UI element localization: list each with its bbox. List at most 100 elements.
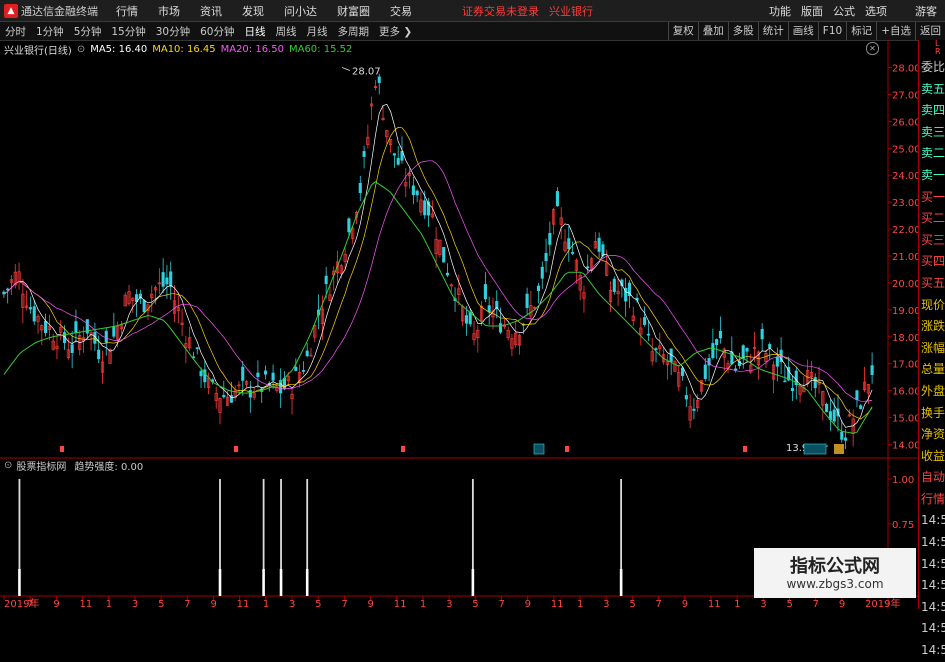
menu-formula[interactable]: 公式 [833, 3, 855, 19]
menu-options[interactable]: 选项 [865, 3, 887, 19]
indicator-value: 趋势强度: 0.00 [74, 462, 144, 473]
menu-layout[interactable]: 版面 [801, 3, 823, 19]
time-tick-label: 1 [106, 599, 112, 609]
candle-body [6, 288, 10, 291]
candle-body [586, 266, 590, 269]
candle-body [703, 364, 707, 379]
menu-item-market[interactable]: 市场 [158, 3, 180, 19]
time-tick-label: 1 [420, 599, 426, 609]
candle-body [813, 377, 817, 389]
candle-body [445, 272, 450, 276]
kline-chart[interactable]: 28.00 27.00 26.00 25.00 24.00 23.00 22.00 21.00… [0, 40, 918, 609]
side-panel-row: 收益 [921, 448, 945, 463]
login-warning[interactable]: 证券交易未登录 [462, 3, 539, 19]
menu-item-news[interactable]: 资讯 [200, 3, 222, 19]
tool-add-watchlist[interactable]: +自选 [876, 22, 915, 40]
candle-body [760, 328, 764, 340]
candle-body [377, 76, 381, 83]
period-more[interactable]: 更多 ❯ [379, 24, 412, 39]
close-icon[interactable]: ✕ [866, 42, 879, 55]
candle-body [825, 403, 829, 413]
candle-body [643, 317, 647, 325]
legend-ma5: MA5: 16.40 [90, 44, 148, 55]
candle-body [601, 244, 605, 257]
time-tick-label: 5 [472, 599, 478, 609]
candle-body [423, 200, 427, 216]
candle-body [790, 388, 795, 392]
candle-body [844, 437, 848, 441]
period-60min[interactable]: 60分钟 [200, 24, 234, 39]
dropdown-circle-icon[interactable]: ⊙ [4, 460, 12, 471]
candle-body [256, 372, 260, 377]
time-tick-label: 3 [760, 599, 766, 609]
candle-body [362, 151, 366, 157]
time-tick-label: 5 [629, 599, 635, 609]
price-tick-label: 18.00 [892, 333, 918, 344]
tool-stats[interactable]: 统计 [757, 22, 788, 40]
guest-label[interactable]: 游客 [915, 3, 937, 19]
quote-side-panel: L R 委比 卖五 卖四 卖三 卖二 卖一 买一 买二 买三 买四 买五 现价 涨跌 涨幅 总量 外盘 换手 净资… [918, 40, 945, 657]
candle-body [248, 390, 252, 398]
candle-body [44, 320, 48, 333]
tool-draw[interactable]: 画线 [787, 22, 818, 40]
price-tick-label: 27.00 [892, 90, 918, 101]
time-tick-label: 7 [498, 599, 504, 609]
candle-body [195, 347, 199, 350]
period-daily[interactable]: 日线 [245, 24, 266, 39]
candle-body [347, 218, 351, 233]
menu-item-wealth[interactable]: 财富圈 [337, 3, 370, 19]
menu-functions[interactable]: 功能 [769, 3, 791, 19]
tool-mark[interactable]: 标记 [846, 22, 876, 40]
event-marker-cyan [533, 443, 545, 455]
tool-overlay[interactable]: 叠加 [697, 22, 728, 40]
side-panel-row: 行情 [921, 491, 945, 506]
candle-body [768, 344, 772, 348]
candle-body [555, 191, 559, 207]
side-panel-row: 委比 [921, 60, 945, 74]
menu-item-quotes[interactable]: 行情 [116, 3, 138, 19]
period-monthly[interactable]: 月线 [307, 24, 328, 39]
candle-body [165, 277, 169, 285]
side-panel-row: 卖五 [921, 81, 945, 96]
tool-back[interactable]: 返回 [915, 22, 945, 40]
candle-body [571, 252, 575, 254]
candle-body [536, 285, 541, 291]
tool-f10[interactable]: F10 [817, 22, 846, 40]
menu-item-ask[interactable]: 问小达 [284, 3, 317, 19]
period-15min[interactable]: 15分钟 [111, 24, 145, 39]
candle-body [142, 300, 146, 313]
site-watermark: 指标公式网 www.zbgs3.com [754, 548, 916, 598]
tool-adjust[interactable]: 复权 [667, 22, 698, 40]
period-1min[interactable]: 1分钟 [36, 24, 64, 39]
price-tick-label: 28.00 [892, 63, 918, 74]
side-panel-row: 涨幅 [921, 340, 945, 355]
candle-body [396, 158, 400, 165]
time-tick-label: 2019年 [865, 597, 900, 609]
side-panel-row: 买五 [921, 275, 945, 290]
tool-multistock[interactable]: 多股 [727, 22, 758, 40]
side-panel-row: 净资 [921, 427, 945, 442]
dropdown-circle-icon[interactable]: ⊙ [77, 44, 85, 55]
period-5min[interactable]: 5分钟 [74, 24, 102, 39]
candle-body [548, 232, 552, 245]
time-tick-label: 7 [184, 599, 190, 609]
time-tick-label: 11 [80, 599, 93, 609]
menu-item-trade[interactable]: 交易 [390, 3, 412, 19]
price-tick-label: 19.00 [892, 306, 918, 317]
candle-body [715, 339, 719, 345]
legend-ma10: MA10: 16.45 [152, 44, 216, 55]
time-tick-label: 5 [315, 599, 321, 609]
period-multi[interactable]: 多周期 [338, 24, 370, 39]
side-panel-row: 卖一 [921, 167, 945, 182]
candle-body [97, 349, 101, 360]
menu-item-discover[interactable]: 发现 [242, 3, 264, 19]
period-30min[interactable]: 30分钟 [156, 24, 190, 39]
menu-bar: ▲ 通达信金融终端 行情 市场 资讯 发现 问小达 财富圈 交易 证券交易未登录… [0, 0, 945, 22]
candle-body [241, 366, 245, 381]
side-panel-row: 14:50 [921, 599, 945, 614]
period-weekly[interactable]: 周线 [276, 24, 297, 39]
candle-body [654, 348, 658, 351]
event-marker [234, 446, 238, 452]
period-timeshare[interactable]: 分时 [5, 24, 26, 39]
candle-body [28, 307, 32, 310]
